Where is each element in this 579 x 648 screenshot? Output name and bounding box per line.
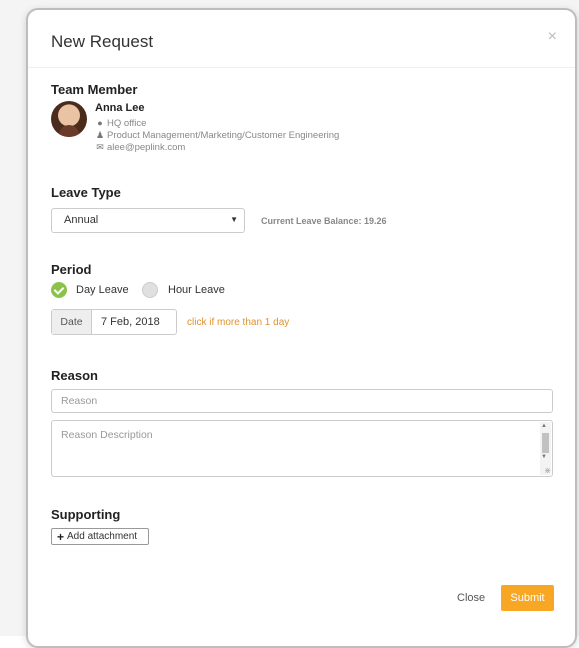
- plus-icon: +: [57, 529, 65, 544]
- member-office: ● HQ office: [95, 118, 146, 129]
- close-button[interactable]: Close: [457, 592, 485, 604]
- date-addon: Date: [52, 310, 92, 334]
- day-leave-radio[interactable]: [51, 282, 67, 298]
- reason-description-placeholder: Reason Description: [61, 429, 153, 441]
- date-value[interactable]: 7 Feb, 2018: [92, 310, 176, 334]
- location-pin-icon: ●: [97, 118, 103, 128]
- leave-type-label: Leave Type: [51, 185, 121, 200]
- user-tie-icon: ♟: [95, 130, 105, 140]
- member-name: Anna Lee: [95, 102, 145, 114]
- reason-label: Reason: [51, 368, 98, 383]
- member-department: ♟ Product Management/Marketing/Customer E…: [95, 130, 340, 141]
- add-attachment-button[interactable]: + Add attachment: [51, 528, 149, 545]
- leave-type-select[interactable]: Annual ▼: [51, 208, 245, 233]
- close-icon[interactable]: ×: [548, 28, 557, 46]
- add-attachment-label: Add attachment: [67, 531, 138, 542]
- envelope-icon: ✉: [96, 142, 104, 152]
- modal-header: New Request ×: [28, 10, 575, 68]
- scroll-up-icon[interactable]: ▲: [541, 423, 547, 429]
- period-label: Period: [51, 262, 92, 277]
- leave-type-value: Annual: [64, 214, 99, 226]
- caret-down-icon: ▼: [230, 215, 238, 224]
- avatar: [51, 101, 87, 137]
- member-email: ✉ alee@peplink.com: [96, 142, 186, 153]
- date-picker[interactable]: Date 7 Feb, 2018: [51, 309, 177, 335]
- scrollbar-thumb[interactable]: [542, 433, 549, 453]
- leave-balance: Current Leave Balance: 19.26: [261, 216, 387, 226]
- reason-description-textarea[interactable]: Reason Description ▲ ▼ ⋇: [51, 420, 553, 477]
- supporting-label: Supporting: [51, 507, 121, 522]
- multi-day-link[interactable]: click if more than 1 day: [187, 317, 289, 328]
- resize-grip-icon[interactable]: ⋇: [544, 466, 551, 475]
- hour-leave-radio[interactable]: [142, 282, 158, 298]
- scroll-down-icon[interactable]: ▼: [541, 454, 547, 460]
- team-member-label: Team Member: [51, 82, 138, 97]
- hour-leave-label[interactable]: Hour Leave: [168, 284, 225, 296]
- reason-input[interactable]: [51, 389, 553, 413]
- new-request-modal: New Request × Team Member Anna Lee ● HQ o…: [26, 8, 577, 648]
- modal-title: New Request: [51, 32, 154, 51]
- day-leave-label[interactable]: Day Leave: [76, 284, 129, 296]
- submit-button[interactable]: Submit: [501, 585, 554, 611]
